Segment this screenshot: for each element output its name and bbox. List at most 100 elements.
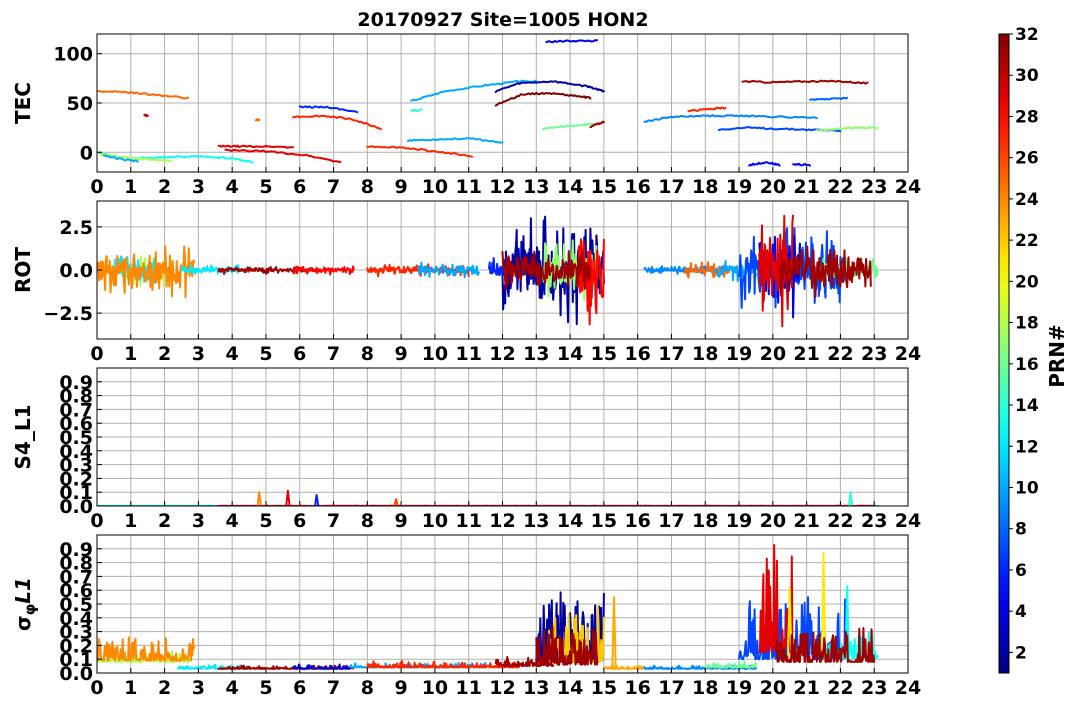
x-tick-label: 4 [226,343,239,365]
x-tick-label: 8 [361,343,374,365]
y-axis-label: ROT [11,247,35,293]
x-tick-label: 13 [523,677,549,699]
x-tick-label: 13 [523,176,549,198]
x-tick-label: 12 [489,343,515,365]
x-tick-label: 16 [624,510,650,532]
x-tick-label: 7 [327,510,340,532]
chart-title: 20170927 Site=1005 HON2 [357,9,648,31]
x-tick-label: 5 [259,677,272,699]
series-group [97,489,879,506]
series-prn-16 [704,660,757,669]
x-tick-label: 5 [259,343,272,365]
colorbar-tick-label: 22 [1015,231,1039,251]
y-tick-label: 0.9 [59,539,93,561]
x-tick-label: 1 [124,343,137,365]
x-tick-label: 6 [293,176,306,198]
series-prn-6 [298,105,359,114]
x-tick-label: 19 [726,510,752,532]
x-tick-label: 20 [760,677,786,699]
x-tick-label: 2 [158,176,171,198]
x-tick-label: 16 [624,677,650,699]
x-tick-label: 0 [90,176,103,198]
x-tick-label: 3 [192,176,205,198]
x-tick-label: 18 [692,343,718,365]
x-tick-label: 9 [395,510,408,532]
series-prn-23 [602,664,646,670]
x-tick-label: 1 [124,176,137,198]
x-tick-label: 13 [523,343,549,365]
x-tick-label: 21 [793,510,819,532]
x-tick-label: 22 [827,510,853,532]
x-tick-label: 10 [422,343,448,365]
series-group [97,544,879,670]
x-tick-label: 13 [523,510,549,532]
x-tick-label: 9 [395,677,408,699]
series-prn-23 [611,596,617,670]
y-tick-label: 0.0 [59,260,93,282]
x-tick-label: 15 [591,677,617,699]
x-tick-label: 12 [489,677,515,699]
x-tick-label: 20 [760,176,786,198]
y-axis-label: σφL1 [11,577,39,631]
series-prn-28 [292,265,355,276]
x-tick-label: 21 [793,677,819,699]
x-tick-label: 11 [455,343,481,365]
y-tick-label: 2.5 [59,217,93,239]
series-prn-17 [815,126,879,132]
x-tick-label: 10 [422,510,448,532]
colorbar-label: PRN# [1045,324,1069,388]
x-tick-label: 4 [226,176,239,198]
x-tick-label: 17 [658,510,684,532]
colorbar-tick-label: 20 [1015,272,1039,292]
x-tick-label: 10 [422,677,448,699]
x-tick-label: 22 [827,176,853,198]
x-tick-label: 24 [895,677,921,699]
x-tick-label: 2 [158,677,171,699]
x-tick-label: 7 [327,343,340,365]
x-tick-label: 9 [395,176,408,198]
series-prn-9 [643,114,818,123]
x-tick-label: 22 [827,343,853,365]
colorbar-tick-label: 8 [1015,520,1027,540]
series-prn-32 [494,91,592,107]
y-ticks: 0 50 100 [53,44,102,164]
colorbar-tick-label: 12 [1015,437,1039,457]
x-tick-label: 19 [726,176,752,198]
y-tick-label: 0.9 [59,372,93,394]
series-prn-24 [97,245,196,299]
x-tick-label: 6 [293,677,306,699]
x-tick-label: 6 [293,343,306,365]
y-tick-label: 50 [67,93,93,115]
x-tick-label: 18 [692,510,718,532]
x-tick-label: 4 [226,510,239,532]
panels-container: 0 1 2 3 4 5 6 7 8 9 10 11 12 13 14 15 16 17 18 19 20 21 22 23 24… [11,33,921,699]
x-tick-label: 1 [124,510,137,532]
x-tick-label: 21 [793,176,819,198]
y-ticks: −2.5 0.0 2.5 [43,217,102,325]
colorbar-tick-label: 6 [1015,561,1027,581]
series-prn-10 [417,261,480,279]
x-tick-label: 3 [192,343,205,365]
panel-rot: 0 1 2 3 4 5 6 7 8 9 10 11 12 13 14 15 16 17 18 19 20 21 22 23 24… [11,200,921,365]
panel-s4-l1: 0 1 2 3 4 5 6 7 8 9 10 11 12 13 14 15 16 17 18 19 20 21 22 23 24… [11,367,921,532]
series-prn-5 [792,162,811,167]
x-tick-label: 22 [827,677,853,699]
x-tick-label: 11 [455,510,481,532]
x-tick-label: 14 [557,510,583,532]
colorbar-tick-label: 28 [1015,107,1039,127]
x-tick-label: 23 [861,510,887,532]
x-tick-label: 12 [489,510,515,532]
x-tick-label: 15 [591,343,617,365]
x-tick-label: 19 [726,677,752,699]
x-tick-label: 19 [726,343,752,365]
series-prn-25 [97,90,190,100]
series-group [97,214,879,328]
x-tick-label: 2 [158,343,171,365]
x-tick-label: 0 [90,343,103,365]
y-tick-label: 100 [53,44,93,66]
series-prn-25 [254,118,261,122]
x-tick-label: 20 [760,343,786,365]
colorbar-tick-label: 4 [1015,602,1027,622]
series-prn-6 [314,494,320,506]
panel-tec: 0 1 2 3 4 5 6 7 8 9 10 11 12 13 14 15 16 17 18 19 20 21 22 23 24… [11,33,921,198]
